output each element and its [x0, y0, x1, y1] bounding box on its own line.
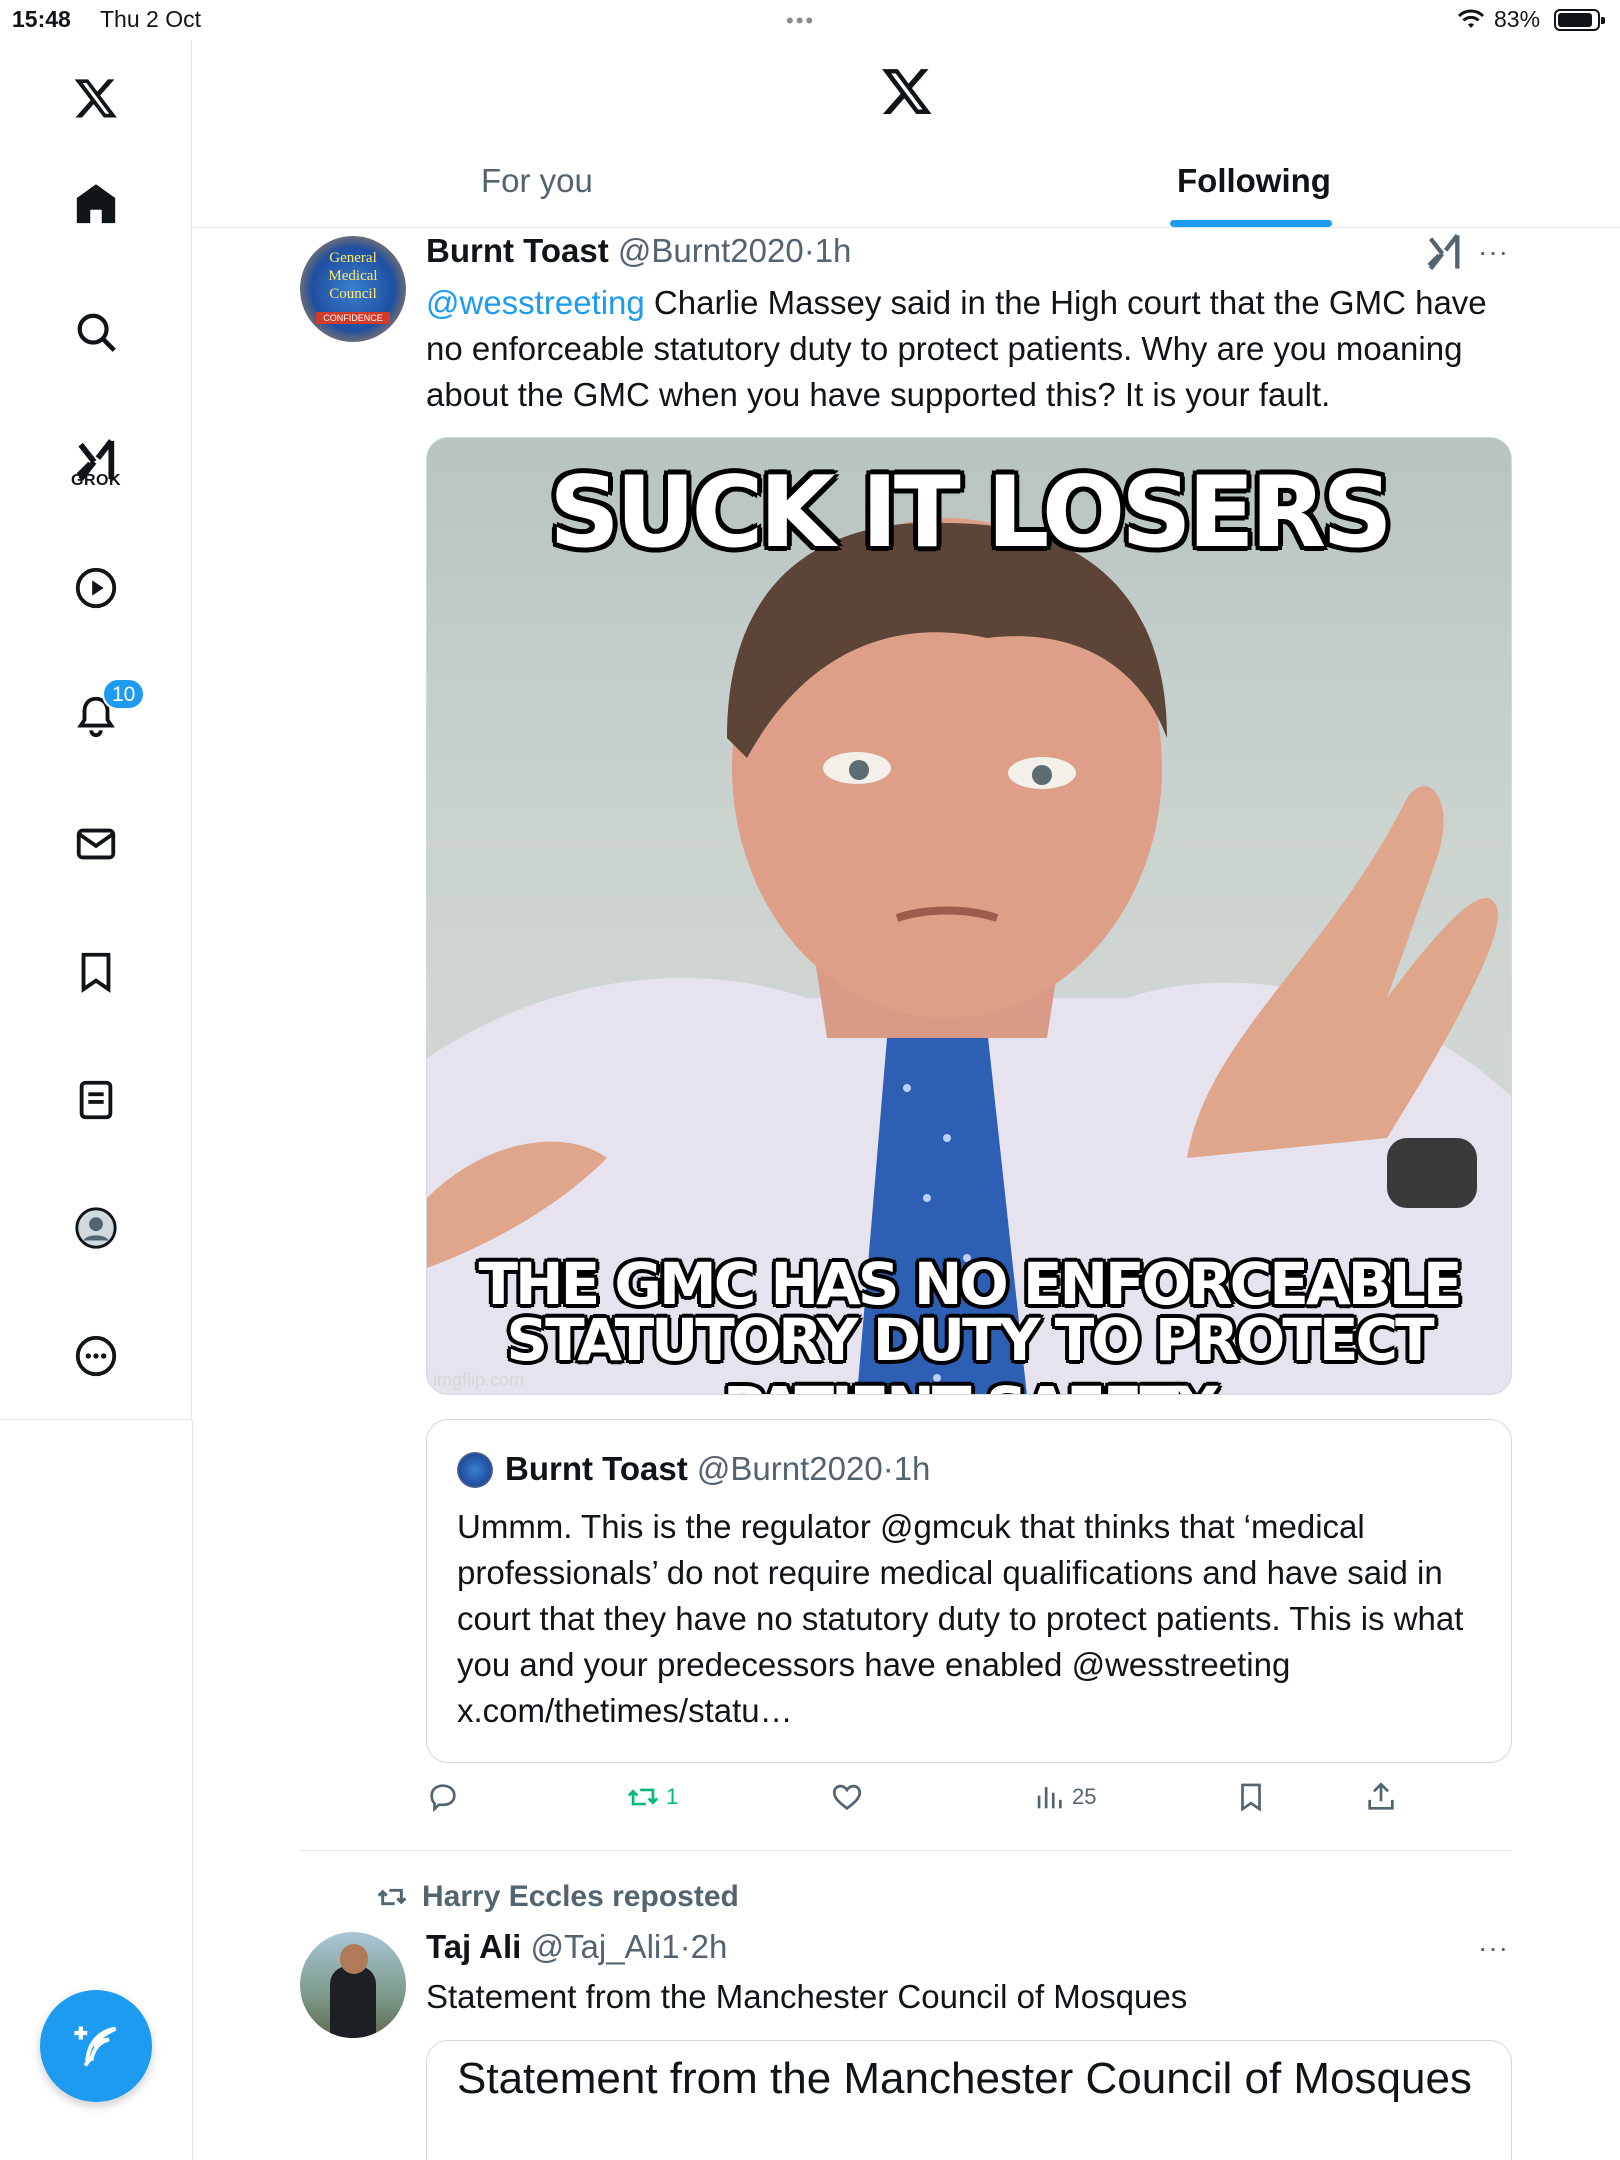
author-handle: @Burnt2020	[696, 1450, 883, 1487]
retweet-count: 1	[666, 1784, 679, 1809]
separator-dot: ·	[679, 1928, 691, 1965]
tab-following[interactable]: Following	[1177, 162, 1331, 200]
link-card[interactable]: Statement from the Manchester Council of…	[426, 2040, 1512, 2160]
wifi-icon	[1456, 8, 1486, 36]
tweet-header: Burnt Toast @Burnt2020·1h	[426, 232, 851, 270]
grok-label: GROK	[71, 472, 121, 489]
link-card-title: Statement from the Manchester Council of…	[457, 2054, 1472, 2103]
notifications-nav-item[interactable]: 10	[60, 678, 146, 752]
views-count: 25	[1072, 1784, 1097, 1809]
tab-for-you[interactable]: For you	[481, 162, 593, 200]
meme-watermark: imgflip.com	[433, 1370, 525, 1390]
meme-bottom-caption: STATUTORY DUTY TO PROTECT PATIENT SAFETY	[506, 1306, 1434, 1394]
avatar[interactable]: General Medical Council CONFIDENCE	[300, 236, 406, 342]
tweet-time[interactable]: 2h	[691, 1928, 728, 1965]
tweet-text: @wesstreeting Charlie Massey said in the…	[426, 280, 1526, 418]
video-icon[interactable]	[60, 552, 132, 624]
avatar-text: Medical	[328, 268, 378, 284]
repost-label[interactable]: Harry Eccles reposted	[376, 1880, 739, 1914]
avatar[interactable]	[300, 1932, 406, 2038]
author-name: Burnt Toast	[505, 1450, 688, 1487]
author-name[interactable]: Taj Ali	[426, 1928, 521, 1965]
active-tab-indicator	[1170, 220, 1332, 227]
multitasking-dots-icon[interactable]: •••	[786, 8, 815, 34]
sidebar-divider	[192, 1420, 193, 2160]
views-button[interactable]: 25	[1032, 1780, 1096, 1814]
bookmark-button[interactable]	[1234, 1780, 1268, 1814]
more-icon[interactable]: ···	[1478, 1932, 1509, 1964]
quoted-tweet-header: Burnt Toast @Burnt2020·1h	[505, 1450, 930, 1488]
separator-dot: ·	[803, 232, 815, 269]
status-bar: 15:48 Thu 2 Oct ••• 83%	[0, 0, 1620, 40]
tweet-text: Statement from the Manchester Council of…	[426, 1978, 1188, 2015]
tweet-header: Taj Ali @Taj_Ali1·2h	[426, 1928, 727, 1966]
meme-top-caption: SUCK IT LOSERS	[549, 456, 1392, 570]
like-icon	[832, 1784, 862, 1811]
status-time: 15:48	[12, 6, 71, 32]
avatar-banner: CONFIDENCE	[316, 312, 390, 324]
author-name[interactable]: Burnt Toast	[426, 232, 609, 269]
timeline-tabs: For you Following	[193, 150, 1620, 228]
bookmark-icon[interactable]	[60, 936, 132, 1008]
reply-button[interactable]	[426, 1780, 460, 1814]
like-button[interactable]	[830, 1780, 864, 1814]
share-button[interactable]	[1364, 1780, 1398, 1814]
more-circle-icon[interactable]	[60, 1320, 132, 1392]
retweet-icon	[627, 1788, 659, 1806]
avatar-text: Council	[329, 286, 377, 302]
sidebar: GROK 10	[0, 40, 192, 1420]
quoted-tweet[interactable]: Burnt Toast @Burnt2020·1h Ummm. This is …	[426, 1419, 1512, 1763]
status-date: Thu 2 Oct	[100, 6, 201, 32]
mail-icon[interactable]	[60, 808, 132, 880]
views-icon	[1037, 1787, 1062, 1809]
tweet-time: 1h	[893, 1450, 931, 1487]
avatar-text: General	[329, 250, 377, 266]
author-handle[interactable]: @Taj_Ali1	[531, 1928, 680, 1965]
tweet-time[interactable]: 1h	[815, 232, 852, 269]
tweet-image[interactable]: SUCK IT LOSERS THE GMC HAS NO ENFORCEABL…	[426, 437, 1512, 1395]
more-icon[interactable]: ···	[1478, 236, 1509, 268]
compose-button[interactable]	[40, 1990, 152, 2102]
home-icon[interactable]	[60, 168, 132, 240]
repost-label-text: Harry Eccles reposted	[422, 1880, 739, 1913]
grok-nav-item[interactable]: GROK	[60, 424, 132, 496]
notifications-badge: 10	[102, 678, 146, 710]
search-icon[interactable]	[60, 296, 132, 368]
retweet-button[interactable]: 1	[626, 1780, 678, 1814]
tweet-divider	[300, 1850, 1512, 1851]
x-logo-icon[interactable]	[60, 62, 132, 134]
mention-link[interactable]: @wesstreeting	[426, 284, 645, 321]
avatar	[457, 1452, 493, 1488]
share-icon	[1368, 1782, 1394, 1810]
compose-icon	[74, 2026, 117, 2067]
quoted-tweet-text: Ummm. This is the regulator @gmcuk that …	[457, 1508, 1464, 1729]
battery-icon	[1554, 9, 1605, 31]
separator-dot: ·	[882, 1450, 894, 1487]
profile-icon[interactable]	[60, 1192, 132, 1264]
reply-icon	[430, 1784, 456, 1813]
author-handle[interactable]: @Burnt2020	[618, 232, 804, 269]
x-logo-header-icon[interactable]	[880, 64, 934, 118]
battery-percent: 83%	[1494, 6, 1541, 32]
lists-icon[interactable]	[60, 1064, 132, 1136]
grok-icon[interactable]	[1424, 232, 1464, 272]
bookmark-icon	[1241, 1783, 1261, 1812]
retweet-icon	[377, 1888, 407, 1906]
